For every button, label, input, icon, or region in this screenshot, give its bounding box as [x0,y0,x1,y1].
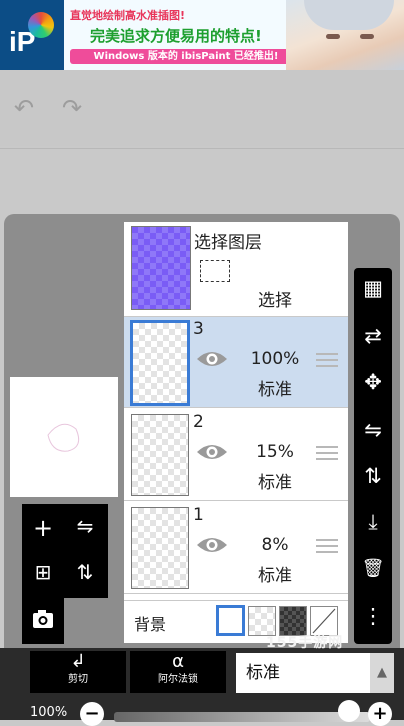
sketch-mark [47,423,80,452]
watermark: 155手游网 [266,635,344,651]
flip-horizontal-icon[interactable]: ⇋ [64,514,106,538]
drag-handle-icon[interactable] [316,353,338,367]
ad-subheadline: 完美追求方便易用的特点! [90,27,262,45]
layers-list: 选择图层 选择 3 100% 标准 2 15% 标准 1 8% 标准 [124,222,348,600]
drag-handle-icon[interactable] [316,446,338,460]
toolbar-divider [0,148,404,149]
flip-horizontal-icon[interactable]: ⇋ [354,418,392,442]
layer-number: 2 [193,412,204,432]
background-label: 背景 [134,615,167,634]
opacity-slider[interactable] [114,712,370,722]
layer-blend-mode: 标准 [258,566,292,586]
visibility-eye-icon[interactable] [196,349,228,369]
drag-handle-icon[interactable] [316,539,338,553]
camera-icon[interactable] [22,598,64,644]
selection-layer-label: 选择 [258,291,292,311]
ad-headline: 直觉地绘制高水准插图! [70,9,186,22]
swap-layer-icon[interactable]: ⇄ [354,324,392,348]
canvas-preview[interactable] [10,377,118,497]
add-layer-button[interactable]: + [22,514,64,542]
move-icon[interactable]: ✥ [354,370,392,394]
opacity-slider-knob[interactable] [338,700,360,722]
layer-opacity: 15% [256,442,294,462]
layer-blend-mode: 标准 [258,473,292,493]
clipping-icon: ↲ [70,651,86,672]
undo-icon[interactable]: ↶ [14,94,34,122]
visibility-eye-icon[interactable] [196,442,228,462]
add-image-icon[interactable]: ⊞ [22,560,64,584]
clipping-label: 剪切 [68,674,88,685]
selection-layer-row[interactable]: 选择图层 选择 [124,222,348,317]
layer-thumbnail [131,507,189,589]
left-tool-group: + ⇋ ⊞ ⇅ [22,504,108,598]
alpha-lock-icon: α [172,651,184,672]
layer-blend-mode: 标准 [258,380,292,400]
layer-row-1[interactable]: 1 8% 标准 [124,503,348,594]
layer-row-2[interactable]: 2 15% 标准 [124,410,348,501]
merge-down-icon[interactable]: ⤓ [354,510,392,535]
layer-row-3[interactable]: 3 100% 标准 [124,317,348,408]
background-white-swatch[interactable] [216,605,245,636]
more-options-icon[interactable]: ⋮ [354,604,392,628]
layer-number: 3 [193,319,204,339]
blend-mode-select[interactable]: 标准 [236,653,370,693]
layer-thumbnail [131,414,189,496]
opacity-plus-button[interactable]: + [368,702,392,726]
clipping-button[interactable]: ↲ 剪切 [30,651,126,693]
ad-character-illustration [286,0,404,70]
alpha-lock-label: 阿尔法锁 [158,674,198,685]
opacity-value: 100% [30,705,68,720]
opacity-minus-button[interactable]: − [80,702,104,726]
color-wheel-icon [28,12,54,38]
layer-number: 1 [193,505,204,525]
ad-banner[interactable]: iP 直觉地绘制高水准插图! 完美追求方便易用的特点! Windows 版本的 … [0,0,404,70]
selection-layer-thumbnail [131,226,191,310]
dropdown-arrow-icon[interactable]: ▲ [370,653,394,693]
visibility-eye-icon[interactable] [196,535,228,555]
marquee-icon [200,260,230,282]
opacity-row: 100% − + [0,696,404,726]
checker-icon[interactable]: ▦ [354,276,392,300]
ad-windows-banner: Windows 版本的 ibisPaint 已经推出! [70,49,302,64]
layer-opacity: 100% [250,349,300,369]
flip-vertical-icon[interactable]: ⇅ [64,560,106,584]
selection-layer-title: 选择图层 [194,233,262,253]
camera-tool [22,598,64,644]
right-tool-column: ▦ ⇄ ✥ ⇋ ⇅ ⤓ 🗑 ⋮ [354,268,392,644]
layer-opacity: 8% [261,535,289,555]
top-toolbar: ↶ ↷ [0,70,404,146]
redo-icon[interactable]: ↷ [62,94,82,122]
ibispaint-logo: iP [0,0,64,70]
alpha-lock-button[interactable]: α 阿尔法锁 [130,651,226,693]
flip-vertical-icon[interactable]: ⇅ [354,464,392,488]
layer-thumbnail [130,320,190,406]
trash-icon[interactable]: 🗑 [354,558,392,579]
